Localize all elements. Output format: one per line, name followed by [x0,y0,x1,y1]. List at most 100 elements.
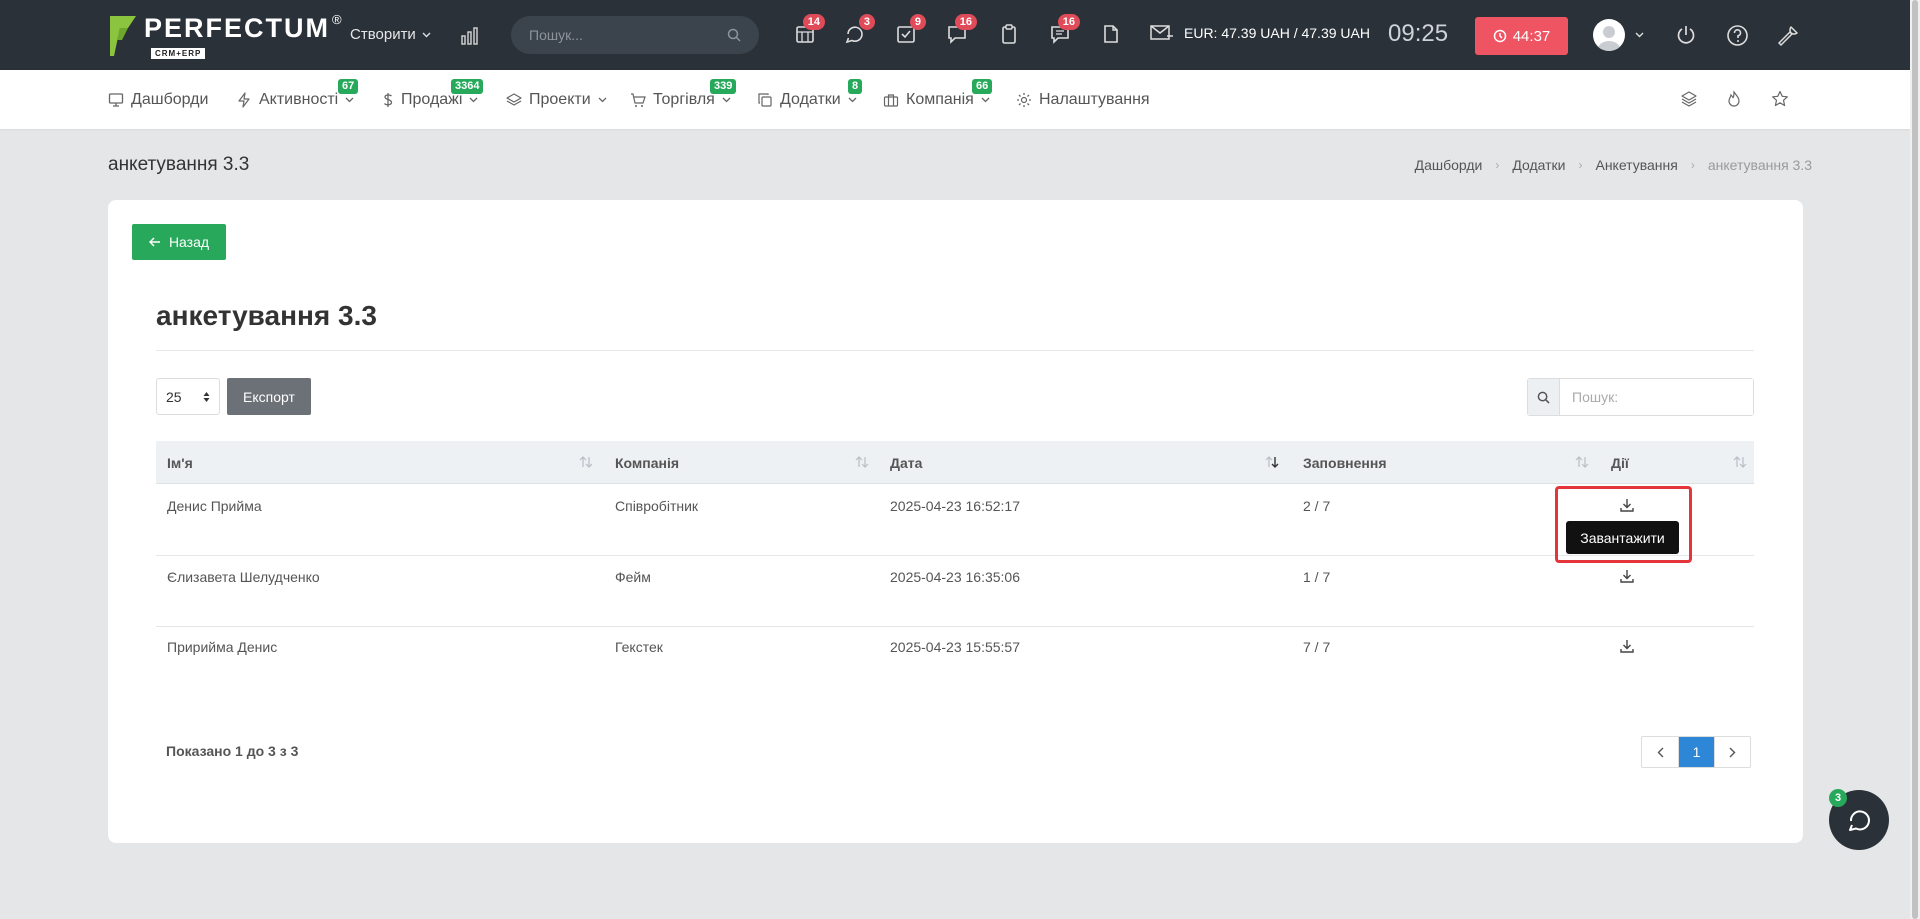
column-header-date[interactable]: Дата [890,441,922,484]
column-header-filled[interactable]: Заповнення [1303,441,1387,484]
sort-icon[interactable] [1733,456,1747,468]
nav-item-dashboards[interactable]: Дашборди [108,91,208,109]
nav-label: Налаштування [1039,91,1150,108]
column-header-name[interactable]: Ім'я [167,441,193,484]
export-button[interactable]: Експорт [227,378,311,415]
nav-item-trade[interactable]: Торгівля 339 [630,79,737,109]
chevron-down-icon [722,97,731,103]
cell-company: Фейм [615,569,651,585]
nav-badge: 67 [338,79,359,94]
sort-icon[interactable] [1575,456,1589,468]
cell-name[interactable]: Пририйма Денис [167,639,277,655]
cell-filled: 2 / 7 [1303,498,1331,514]
download-icon[interactable] [1619,638,1635,654]
table-row: Денис Прийма Співробітник 2025-04-23 16:… [156,485,1754,556]
nav-item-settings[interactable]: Налаштування [1016,91,1150,109]
pagination-page-1[interactable]: 1 [1678,737,1714,767]
calendar-badge: 14 [802,14,825,30]
chat-bubble-icon [1849,810,1870,831]
global-search-input[interactable]: Пошук... [511,16,759,54]
nav-item-addons[interactable]: Додатки 8 [757,79,863,109]
layers-icon [506,93,522,106]
main-nav: Дашборди Активності 67 Продажі 3364 Прое… [0,70,1910,129]
tasks-button[interactable]: 9 [894,14,926,48]
nav-label: Проекти [529,91,591,108]
logo-subtitle: CRM+ERP [151,48,206,59]
nav-badge: 3364 [451,79,484,94]
column-header-company[interactable]: Компанія [615,441,679,484]
sort-icon[interactable] [579,456,593,468]
documents-button[interactable] [1099,22,1125,48]
nav-item-company[interactable]: Компанія 66 [883,79,993,109]
power-icon[interactable] [1675,24,1697,46]
table-header: Ім'я Компанія Дата Заповнення Дії [156,441,1754,484]
comments-badge: 16 [1057,14,1080,30]
chevron-down-icon [848,97,857,103]
cell-name[interactable]: Єлизавета Шелудченко [167,569,320,585]
mail-icon [1150,25,1173,40]
table-search-input[interactable] [1560,379,1753,415]
timer-value: 44:37 [1512,27,1551,45]
nav-item-activities[interactable]: Активності 67 [236,79,359,109]
nav-label: Торгівля [653,91,715,108]
copy-icon [758,93,772,107]
cell-name[interactable]: Денис Прийма [167,498,262,514]
work-timer-button[interactable]: 44:37 [1475,17,1568,55]
sort-icon[interactable] [855,456,869,468]
clock: 09:25 [1388,20,1449,47]
search-icon [1537,391,1550,404]
breadcrumb-dashboards[interactable]: Дашборди [1415,157,1483,173]
clock-icon [1493,29,1506,43]
column-header-actions[interactable]: Дії [1611,441,1629,484]
survey-heading: анкетування 3.3 [156,300,377,331]
page-size-select[interactable]: 25 [156,378,220,415]
cell-company: Співробітник [615,498,699,514]
scrollbar-thumb[interactable] [1912,0,1918,919]
star-icon[interactable] [1771,90,1789,108]
fire-icon[interactable] [1725,90,1743,108]
messages-button[interactable]: 16 [945,14,977,48]
help-icon[interactable] [1726,24,1749,47]
pagination-prev[interactable] [1642,737,1678,767]
table-row: Пририйма Денис Гекстек 2025-04-23 15:55:… [156,626,1754,697]
logo[interactable]: PERFECTUM ® CRM+ERP [108,12,342,59]
currency-rate[interactable]: EUR: 47.39 UAH / 47.39 UAH [1150,24,1370,42]
breadcrumb-surveys[interactable]: Анкетування [1595,157,1677,173]
nav-item-sales[interactable]: Продажі 3364 [382,79,484,109]
pagination-next[interactable] [1714,737,1750,767]
logo-registered: ® [332,12,342,27]
chat-button[interactable]: 3 [843,14,875,48]
document-icon [1104,25,1118,43]
chevron-down-icon [422,32,431,37]
calendar-button[interactable]: 14 [793,14,825,48]
chat-badge: 3 [858,14,875,30]
cell-date: 2025-04-23 15:55:57 [890,639,1020,655]
chevron-down-icon[interactable] [1635,32,1644,38]
monitor-icon [108,93,124,107]
nav-item-projects[interactable]: Проекти [506,91,607,109]
breadcrumb-separator: › [1495,158,1500,172]
nav-label: Активності [259,91,339,108]
sort-desc-icon[interactable] [1265,456,1279,468]
nav-label: Дашборди [131,91,209,108]
avatar[interactable] [1593,19,1625,51]
cell-date: 2025-04-23 16:35:06 [890,569,1020,585]
breadcrumb-addons[interactable]: Додатки [1512,157,1565,173]
create-dropdown[interactable]: Створити [350,26,431,43]
back-button[interactable]: Назад [132,224,226,260]
clipboard-icon [1002,24,1016,44]
download-icon[interactable] [1619,568,1635,584]
briefcase-icon [883,94,899,107]
nav-label: Компанія [906,91,974,108]
layers-icon[interactable] [1680,90,1698,108]
wrench-icon[interactable] [1777,24,1800,47]
stats-icon[interactable] [460,24,482,46]
clipboard-button[interactable] [997,22,1023,48]
gear-icon [1017,93,1031,107]
breadcrumb-current: анкетування 3.3 [1707,157,1812,173]
global-search-placeholder: Пошук... [529,27,583,43]
chevron-down-icon [981,97,990,103]
comments-button[interactable]: 16 [1048,14,1080,48]
content-card: Назад анкетування 3.3 25 Експорт Ім'я Ко… [108,200,1803,843]
dollar-icon [383,93,393,107]
